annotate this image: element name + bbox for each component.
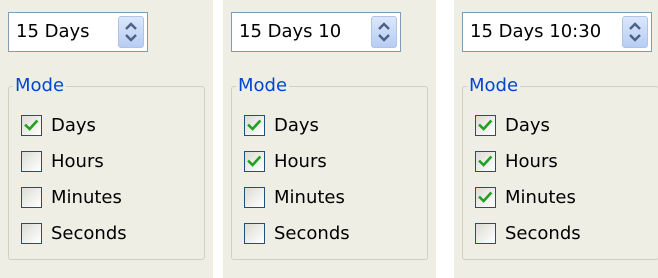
option-label[interactable]: Hours bbox=[274, 150, 327, 174]
option-label[interactable]: Hours bbox=[505, 150, 558, 174]
chevron-up-icon[interactable] bbox=[629, 22, 641, 30]
chevron-down-icon[interactable] bbox=[629, 34, 641, 42]
duration-spin-input[interactable]: 15 Days bbox=[8, 12, 148, 52]
mode-groupbox: Mode Days Hours Minutes Seconds bbox=[8, 74, 205, 260]
checkbox-checked[interactable] bbox=[475, 151, 496, 172]
option-label[interactable]: Days bbox=[274, 114, 319, 138]
option-label[interactable]: Seconds bbox=[274, 222, 350, 246]
option-label[interactable]: Hours bbox=[51, 150, 104, 174]
spin-value[interactable]: 15 Days bbox=[16, 13, 90, 51]
panel-3: 15 Days 10:30 Mode Days Hours Minutes Seconds bbox=[454, 0, 658, 278]
checkbox-checked[interactable] bbox=[244, 115, 265, 136]
spin-value[interactable]: 15 Days 10 bbox=[239, 13, 341, 51]
option-label[interactable]: Days bbox=[505, 114, 550, 138]
checkbox-unchecked[interactable] bbox=[475, 223, 496, 244]
option-label[interactable]: Seconds bbox=[51, 222, 127, 246]
chevron-down-icon[interactable] bbox=[378, 34, 390, 42]
chevron-up-icon[interactable] bbox=[378, 22, 390, 30]
checkbox-unchecked[interactable] bbox=[244, 187, 265, 208]
spin-up-down-button[interactable] bbox=[622, 16, 648, 48]
checkbox-checked[interactable] bbox=[475, 115, 496, 136]
checkbox-checked[interactable] bbox=[475, 187, 496, 208]
option-label[interactable]: Minutes bbox=[274, 186, 345, 210]
chevron-down-icon[interactable] bbox=[125, 34, 137, 42]
spin-value[interactable]: 15 Days 10:30 bbox=[470, 13, 601, 51]
spin-up-down-button[interactable] bbox=[371, 16, 397, 48]
option-label[interactable]: Minutes bbox=[51, 186, 122, 210]
mode-legend: Mode bbox=[236, 74, 290, 98]
mode-legend: Mode bbox=[467, 74, 521, 98]
checkbox-unchecked[interactable] bbox=[244, 223, 265, 244]
checkbox-unchecked[interactable] bbox=[21, 223, 42, 244]
duration-spin-input[interactable]: 15 Days 10 bbox=[231, 12, 401, 52]
spin-up-down-button[interactable] bbox=[118, 16, 144, 48]
mode-legend: Mode bbox=[13, 74, 67, 98]
duration-spin-input[interactable]: 15 Days 10:30 bbox=[462, 12, 652, 52]
mode-groupbox: Mode Days Hours Minutes Seconds bbox=[462, 74, 658, 260]
checkbox-checked[interactable] bbox=[21, 115, 42, 136]
chevron-up-icon[interactable] bbox=[125, 22, 137, 30]
option-label[interactable]: Days bbox=[51, 114, 96, 138]
checkbox-unchecked[interactable] bbox=[21, 187, 42, 208]
option-label[interactable]: Seconds bbox=[505, 222, 581, 246]
option-label[interactable]: Minutes bbox=[505, 186, 576, 210]
mode-groupbox: Mode Days Hours Minutes Seconds bbox=[231, 74, 428, 260]
checkbox-checked[interactable] bbox=[244, 151, 265, 172]
panel-1: 15 Days Mode Days Hours Minutes Seconds bbox=[0, 0, 213, 278]
panel-2: 15 Days 10 Mode Days Hours Minutes Seconds bbox=[223, 0, 436, 278]
checkbox-unchecked[interactable] bbox=[21, 151, 42, 172]
